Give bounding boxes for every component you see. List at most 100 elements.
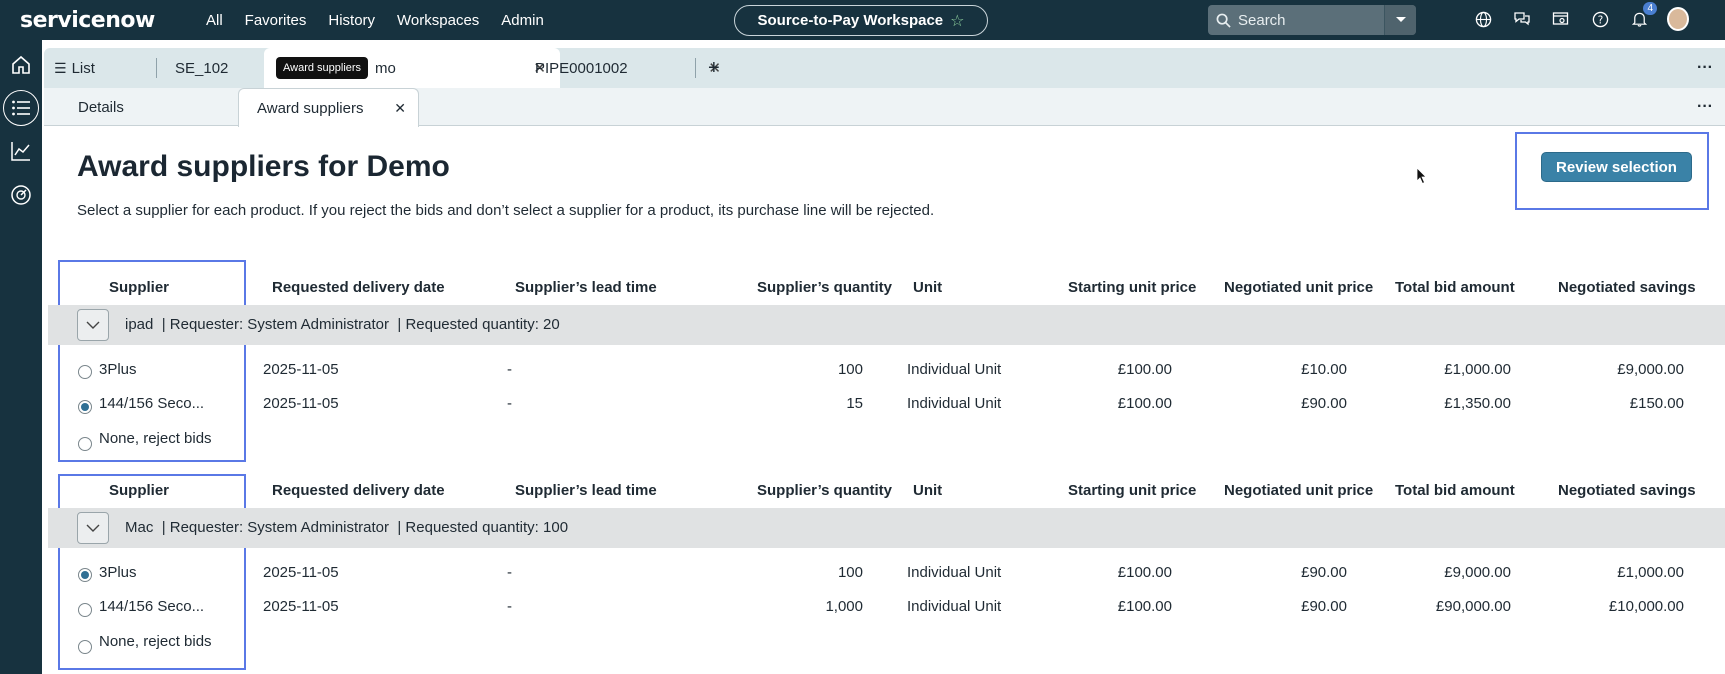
total-bid-amount: £90,000.00 [1435,598,1511,615]
reject-bids-radio[interactable] [78,640,92,654]
page-title: Award suppliers for Demo [77,150,450,183]
collapse-toggle-button[interactable] [77,309,109,341]
subtab-award-label: Award suppliers [257,99,364,117]
header-icons: ? 4 [1472,2,1689,31]
col-unit: Unit [913,279,943,296]
chat-icon[interactable] [1511,8,1533,30]
suppliers-quantity: 100 [837,564,863,581]
home-icon[interactable] [8,52,34,78]
tabs-overflow-button[interactable]: ··· [1697,48,1713,88]
global-header: servicenow All Favorites History Workspa… [0,0,1725,40]
nav-workspaces[interactable]: Workspaces [386,12,490,29]
help-icon[interactable]: ? [1589,8,1611,30]
nav-all[interactable]: All [195,12,234,29]
plus-icon: + [708,56,720,79]
workspace-pill[interactable]: Source-to-Pay Workspace ☆ [734,5,988,36]
notification-count-badge: 4 [1643,2,1657,15]
lead-time: - [507,564,512,581]
col-total-bid-amount: Total bid amount [1395,279,1515,296]
negotiated-unit-price: £90.00 [1301,598,1347,615]
unit: Individual Unit [907,564,1002,581]
starting-unit-price: £100.00 [1117,598,1172,615]
more-horizontal-icon: ··· [1697,98,1713,115]
search-input[interactable]: Search [1238,12,1384,29]
more-horizontal-icon: ··· [1697,59,1713,76]
product-group-label: Mac | Requester: System Administrator | … [125,519,568,536]
subtab-details[interactable]: Details [78,88,124,126]
col-requested-delivery-date: Requested delivery date [272,482,445,499]
col-supplier: Supplier [109,482,170,499]
reject-bids-label: None, reject bids [99,430,212,447]
supplier-name: 3Plus [99,361,137,378]
review-selection-button[interactable]: Review selection [1541,152,1692,182]
nav-favorites[interactable]: Favorites [234,12,318,29]
star-icon[interactable]: ☆ [950,11,964,31]
product-group-label: ipad | Requester: System Administrator |… [125,316,560,333]
analytics-icon[interactable] [8,138,34,164]
hamburger-icon: ☰ [54,59,67,76]
notifications-bell-icon[interactable]: 4 [1628,2,1657,30]
nav-history[interactable]: History [317,12,386,29]
supplier-radio[interactable] [78,568,92,582]
starting-unit-price: £100.00 [1117,395,1172,412]
global-nav: All Favorites History Workspaces Admin [195,12,555,29]
tab-list-label: List [71,59,95,77]
reject-bids-radio[interactable] [78,437,92,451]
unit: Individual Unit [907,598,1002,615]
record-subtab-bar: Details Award suppliers ✕ ··· [44,88,1725,127]
requester: | Requester: System Administrator [161,316,390,333]
col-suppliers-quantity: Supplier’s quantity [757,482,893,499]
servicenow-logo[interactable]: servicenow [20,8,195,33]
tab-divider [156,58,157,78]
global-search[interactable]: Search [1208,5,1416,35]
product-name: ipad [125,316,154,333]
starting-unit-price: £100.00 [1117,564,1172,581]
subtab-award-suppliers[interactable]: Award suppliers ✕ [238,88,419,127]
suppliers-quantity: 15 [846,395,863,412]
tab-se-102[interactable]: SE_102 [175,48,228,88]
subtabs-overflow-button[interactable]: ··· [1697,88,1713,126]
requester: | Requester: System Administrator [161,519,390,536]
unit: Individual Unit [907,361,1002,378]
supplier-name: 144/156 Seco... [99,598,205,615]
reject-bids-label: None, reject bids [99,633,212,650]
globe-icon[interactable] [1472,8,1494,30]
chevron-down-icon [86,524,100,532]
lead-time: - [507,598,512,615]
negotiated-savings: £10,000.00 [1608,598,1684,615]
page-description: Select a supplier for each product. If y… [77,202,935,219]
col-lead-time: Supplier’s lead time [515,482,657,499]
tab-list[interactable]: ☰ List [54,48,95,88]
left-rail [0,40,42,674]
supplier-radio[interactable] [78,365,92,379]
add-tab-button[interactable]: + [708,48,720,88]
total-bid-amount: £9,000.00 [1444,564,1511,581]
tab-pipe0001002[interactable]: PIPE0001002 ✕ [535,48,735,88]
list-icon[interactable] [3,90,39,126]
screen-search-icon[interactable] [1550,8,1572,30]
requested-quantity: | Requested quantity: 100 [397,519,569,536]
col-lead-time: Supplier’s lead time [515,279,657,296]
col-suppliers-quantity: Supplier’s quantity [757,279,893,296]
col-requested-delivery-date: Requested delivery date [272,279,445,296]
col-negotiated-unit-price: Negotiated unit price [1224,279,1374,296]
dashboard-gauge-icon[interactable] [8,182,34,208]
subtab-details-label: Details [78,98,124,116]
product-name: Mac [125,519,154,536]
col-negotiated-savings: Negotiated savings [1558,279,1696,296]
total-bid-amount: £1,350.00 [1444,395,1511,412]
close-icon[interactable]: ✕ [394,100,406,117]
supplier-radio[interactable] [78,400,92,414]
negotiated-savings: £9,000.00 [1617,361,1684,378]
user-avatar[interactable] [1667,7,1689,31]
collapse-toggle-button[interactable] [77,512,109,544]
col-starting-unit-price: Starting unit price [1068,279,1197,296]
search-scope-dropdown[interactable] [1384,5,1416,35]
negotiated-savings: £1,000.00 [1617,564,1684,581]
nav-admin[interactable]: Admin [490,12,555,29]
suppliers-quantity: 100 [837,361,863,378]
negotiated-savings: £150.00 [1629,395,1684,412]
supplier-radio[interactable] [78,603,92,617]
tab-tooltip: Award suppliers [276,57,369,79]
col-negotiated-unit-price: Negotiated unit price [1224,482,1374,499]
